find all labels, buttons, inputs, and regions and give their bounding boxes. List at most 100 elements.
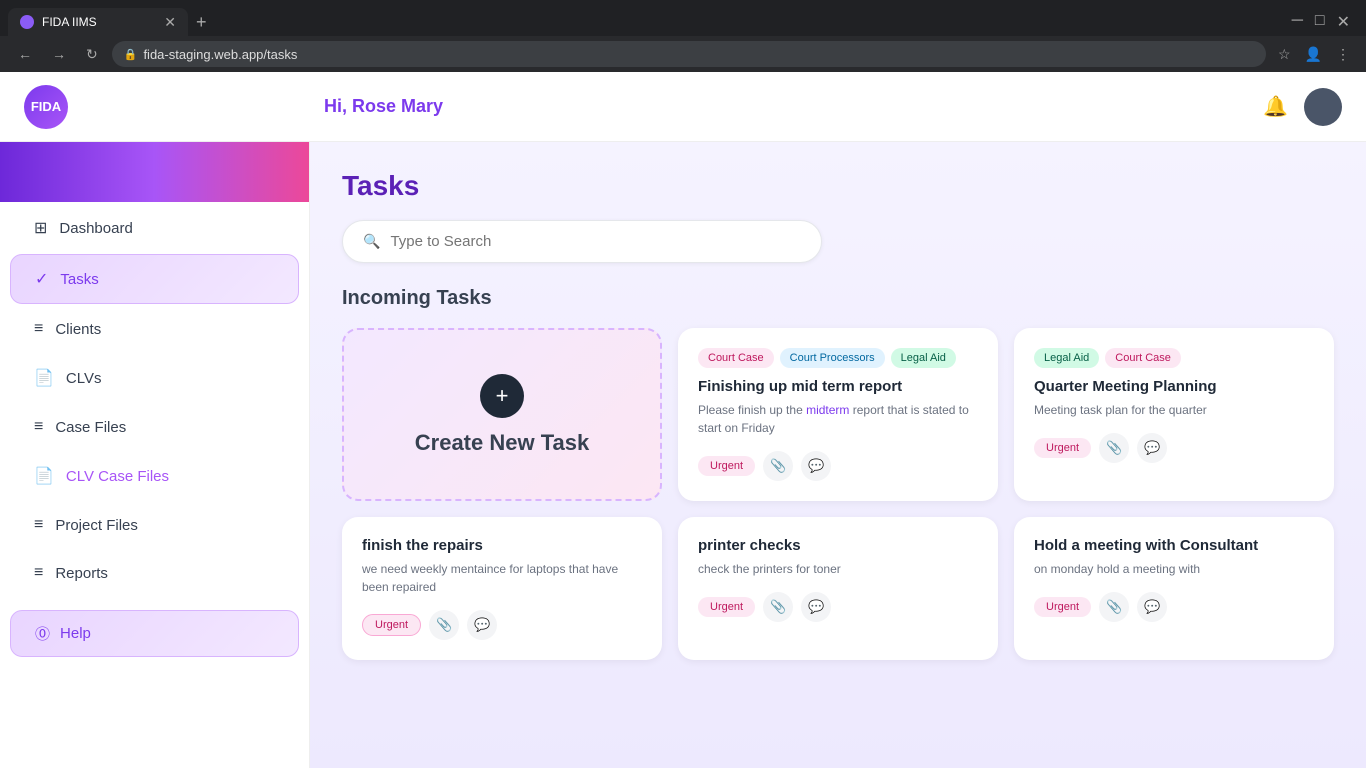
- task-desc-3: we need weekly mentaince for laptops tha…: [362, 560, 642, 596]
- sidebar-item-dashboard[interactable]: ⊞ Dashboard: [10, 204, 299, 252]
- maximize-btn[interactable]: □: [1315, 12, 1325, 32]
- sidebar-label-case-files: Case Files: [55, 419, 126, 436]
- help-button[interactable]: ⓪ Help: [10, 610, 299, 657]
- tasks-grid: + Create New Task Court Case Court Proce…: [342, 328, 1334, 660]
- sidebar: ⊞ Dashboard ✓ Tasks ≡ Clients 📄 CLVs ≡ C…: [0, 142, 310, 768]
- new-tab-btn[interactable]: +: [192, 8, 211, 37]
- sidebar-item-clients[interactable]: ≡ Clients: [10, 306, 299, 352]
- tag-court-processors-1: Court Processors: [780, 348, 885, 368]
- sidebar-label-clvs: CLVs: [66, 370, 102, 387]
- user-name: Rose Mary: [352, 96, 443, 116]
- tab-favicon: [20, 15, 34, 29]
- comment-icon-2[interactable]: 💬: [1137, 433, 1167, 463]
- urgent-badge-5: Urgent: [1034, 597, 1091, 617]
- sidebar-item-reports[interactable]: ≡ Reports: [10, 550, 299, 596]
- app-logo: FIDA: [24, 85, 68, 129]
- logo-area: FIDA: [24, 85, 324, 129]
- refresh-btn[interactable]: ↻: [80, 42, 104, 67]
- sidebar-item-clv-case-files[interactable]: 📄 CLV Case Files: [10, 452, 299, 500]
- create-plus-icon: +: [480, 374, 524, 418]
- reports-icon: ≡: [34, 564, 43, 582]
- create-task-card[interactable]: + Create New Task: [342, 328, 662, 501]
- header-icons: 🔔: [1263, 88, 1342, 126]
- tags-row-2: Legal Aid Court Case: [1034, 348, 1314, 368]
- task-footer-3: Urgent 📎 💬: [362, 610, 642, 640]
- sidebar-item-clvs[interactable]: 📄 CLVs: [10, 354, 299, 402]
- browser-chrome: FIDA IIMS ✕ + ─ □ ✕ ← → ↻ 🔒 fida-staging…: [0, 0, 1366, 72]
- task-desc-5: on monday hold a meeting with: [1034, 560, 1314, 578]
- task-footer-4: Urgent 📎 💬: [698, 592, 978, 622]
- bell-icon[interactable]: 🔔: [1263, 94, 1288, 119]
- attachment-icon-3[interactable]: 📎: [429, 610, 459, 640]
- bookmark-icon[interactable]: ☆: [1274, 44, 1295, 65]
- extensions-icon[interactable]: ⋮: [1332, 44, 1354, 65]
- sidebar-label-dashboard: Dashboard: [59, 220, 132, 237]
- tag-legal-aid-2: Legal Aid: [1034, 348, 1099, 368]
- task-desc-1: Please finish up the midterm report that…: [698, 401, 978, 437]
- tab-close-btn[interactable]: ✕: [164, 14, 176, 31]
- urgent-badge-1: Urgent: [698, 456, 755, 476]
- attachment-icon-2[interactable]: 📎: [1099, 433, 1129, 463]
- task-card-2[interactable]: Legal Aid Court Case Quarter Meeting Pla…: [1014, 328, 1334, 501]
- profile-icon[interactable]: 👤: [1301, 44, 1326, 65]
- sidebar-bottom: ⓪ Help: [0, 598, 309, 669]
- forward-btn[interactable]: →: [46, 42, 72, 66]
- clients-icon: ≡: [34, 320, 43, 338]
- search-input[interactable]: [390, 233, 801, 250]
- clvs-icon: 📄: [34, 368, 54, 388]
- create-task-label: Create New Task: [415, 430, 589, 456]
- app-wrapper: FIDA Hi, Rose Mary 🔔 ⊞ Dashboard ✓ Tasks…: [0, 72, 1366, 768]
- page-title: Tasks: [342, 170, 1334, 202]
- app-header: FIDA Hi, Rose Mary 🔔: [0, 72, 1366, 142]
- header-greeting: Hi, Rose Mary: [324, 96, 1263, 117]
- active-tab[interactable]: FIDA IIMS ✕: [8, 8, 188, 36]
- sidebar-label-project-files: Project Files: [55, 517, 138, 534]
- sidebar-item-tasks[interactable]: ✓ Tasks: [10, 254, 299, 304]
- avatar[interactable]: [1304, 88, 1342, 126]
- search-icon: 🔍: [363, 233, 380, 250]
- sidebar-label-clients: Clients: [55, 321, 101, 338]
- close-btn[interactable]: ✕: [1337, 12, 1350, 32]
- urgent-badge-2: Urgent: [1034, 438, 1091, 458]
- address-bar[interactable]: 🔒 fida-staging.web.app/tasks: [112, 41, 1266, 67]
- tag-legal-aid-1: Legal Aid: [891, 348, 956, 368]
- search-bar[interactable]: 🔍: [342, 220, 822, 263]
- nav-actions: ☆ 👤 ⋮: [1274, 44, 1354, 65]
- sidebar-item-case-files[interactable]: ≡ Case Files: [10, 404, 299, 450]
- case-files-icon: ≡: [34, 418, 43, 436]
- task-footer-1: Urgent 📎 💬: [698, 451, 978, 481]
- tags-row-1: Court Case Court Processors Legal Aid: [698, 348, 978, 368]
- task-card-3[interactable]: finish the repairs we need weekly mentai…: [342, 517, 662, 660]
- urgent-badge-3: Urgent: [362, 614, 421, 636]
- tab-bar: FIDA IIMS ✕ + ─ □ ✕: [0, 0, 1366, 36]
- task-title-4: printer checks: [698, 537, 978, 554]
- attachment-icon-1[interactable]: 📎: [763, 451, 793, 481]
- task-card-5[interactable]: Hold a meeting with Consultant on monday…: [1014, 517, 1334, 660]
- back-btn[interactable]: ←: [12, 42, 38, 66]
- task-title-1: Finishing up mid term report: [698, 378, 978, 395]
- task-desc-2: Meeting task plan for the quarter: [1034, 401, 1314, 419]
- sidebar-label-tasks: Tasks: [60, 271, 98, 288]
- attachment-icon-5[interactable]: 📎: [1099, 592, 1129, 622]
- sidebar-item-project-files[interactable]: ≡ Project Files: [10, 502, 299, 548]
- comment-icon-1[interactable]: 💬: [801, 451, 831, 481]
- lock-icon: 🔒: [124, 48, 138, 61]
- section-title: Incoming Tasks: [342, 287, 1334, 310]
- url-text: fida-staging.web.app/tasks: [143, 47, 297, 62]
- comment-icon-4[interactable]: 💬: [801, 592, 831, 622]
- task-card-1[interactable]: Court Case Court Processors Legal Aid Fi…: [678, 328, 998, 501]
- task-title-3: finish the repairs: [362, 537, 642, 554]
- task-title-2: Quarter Meeting Planning: [1034, 378, 1314, 395]
- minimize-btn[interactable]: ─: [1292, 12, 1303, 32]
- sidebar-banner: [0, 142, 309, 202]
- main-area: ⊞ Dashboard ✓ Tasks ≡ Clients 📄 CLVs ≡ C…: [0, 142, 1366, 768]
- comment-icon-5[interactable]: 💬: [1137, 592, 1167, 622]
- task-card-4[interactable]: printer checks check the printers for to…: [678, 517, 998, 660]
- attachment-icon-4[interactable]: 📎: [763, 592, 793, 622]
- page-content: Tasks 🔍 Incoming Tasks + Create New Task: [310, 142, 1366, 768]
- dashboard-icon: ⊞: [34, 218, 47, 238]
- tab-title: FIDA IIMS: [42, 15, 97, 29]
- help-label: Help: [60, 625, 91, 642]
- task-footer-5: Urgent 📎 💬: [1034, 592, 1314, 622]
- comment-icon-3[interactable]: 💬: [467, 610, 497, 640]
